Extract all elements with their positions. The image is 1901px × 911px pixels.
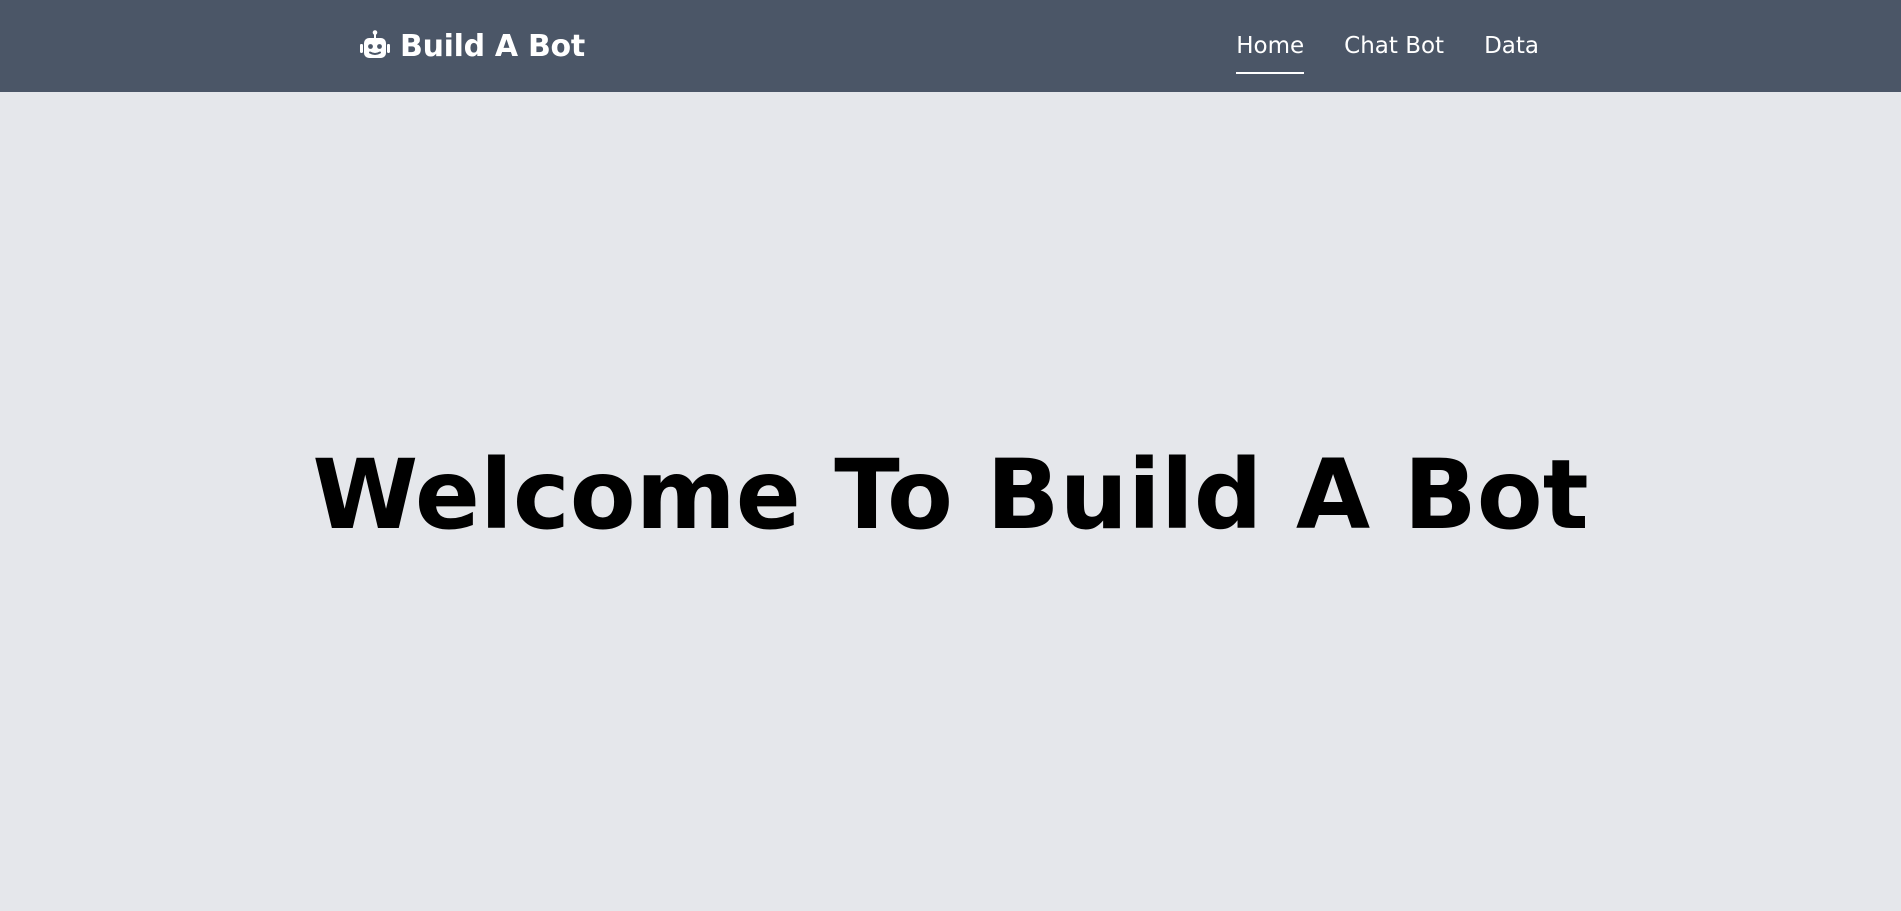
brand-title: Build A Bot <box>400 28 585 64</box>
robot-icon <box>360 30 390 58</box>
nav-link-home[interactable]: Home <box>1236 34 1304 74</box>
nav-link-chat-bot[interactable]: Chat Bot <box>1344 34 1444 58</box>
brand-link[interactable]: Build A Bot <box>360 0 585 92</box>
nav-link-data[interactable]: Data <box>1484 34 1539 58</box>
top-navbar: Build A Bot Home Chat Bot Data <box>0 0 1901 92</box>
page-title: Welcome To Build A Bot <box>312 439 1589 551</box>
main-nav: Home Chat Bot Data <box>1236 0 1539 92</box>
hero-section: Welcome To Build A Bot <box>0 92 1901 911</box>
